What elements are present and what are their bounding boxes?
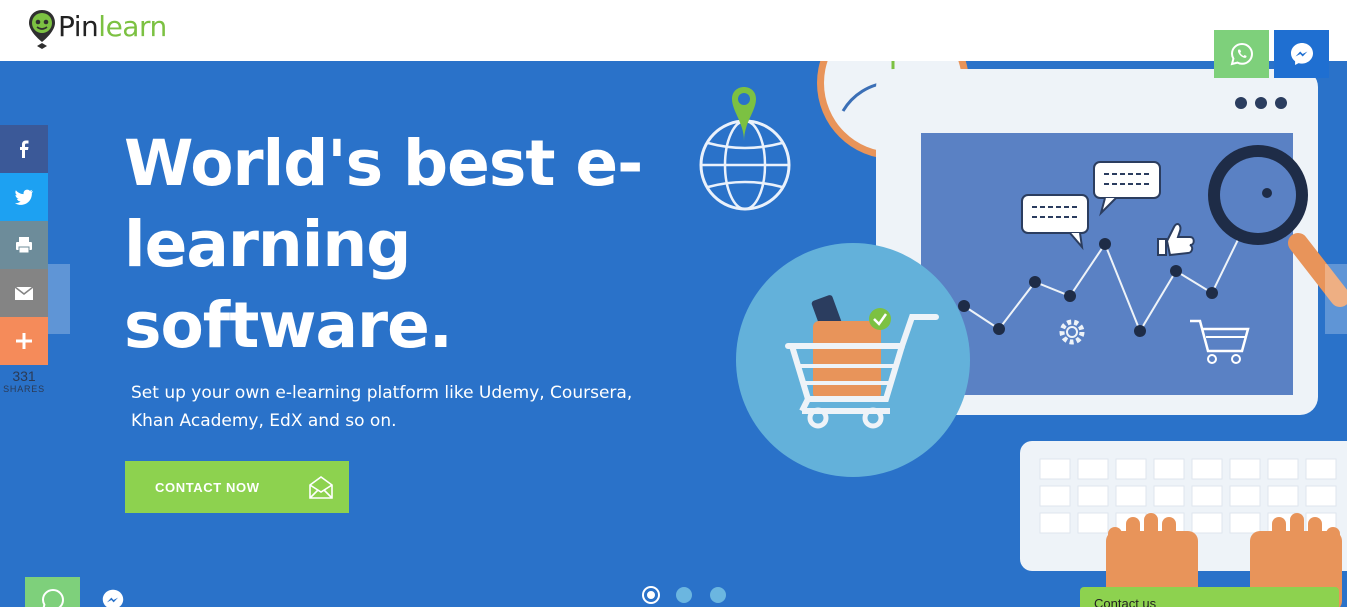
hero-headline: World's best e- learning software. bbox=[124, 123, 684, 366]
slide-dot-1[interactable] bbox=[644, 588, 658, 602]
twitter-icon bbox=[14, 189, 33, 205]
contact-us-label: Contact us bbox=[1094, 596, 1157, 607]
twitter-share-button[interactable] bbox=[0, 173, 48, 221]
pin-logo-icon bbox=[29, 10, 55, 49]
messenger-icon bbox=[102, 589, 123, 607]
shopping-cart-icon bbox=[736, 243, 970, 477]
share-count: 331 bbox=[12, 368, 36, 384]
previous-slide-arrow[interactable] bbox=[48, 264, 70, 334]
email-share-button[interactable] bbox=[0, 269, 48, 317]
site-header: Pinlearn bbox=[0, 0, 1347, 61]
messenger-chat-button-bottom[interactable] bbox=[85, 577, 140, 607]
plus-icon bbox=[16, 333, 32, 349]
pinlearn-logo[interactable]: Pinlearn bbox=[26, 8, 167, 50]
hero-subtext: Set up your own e-learning platform like… bbox=[131, 383, 633, 431]
next-slide-arrow[interactable] bbox=[1325, 264, 1347, 334]
hero-headline-line: World's best e- bbox=[124, 127, 643, 200]
contact-now-label: CONTACT NOW bbox=[155, 479, 260, 495]
hero-headline-line: learning bbox=[124, 208, 411, 281]
email-icon bbox=[14, 286, 34, 300]
logo-wordmark: Pinlearn bbox=[58, 10, 167, 43]
print-icon bbox=[16, 237, 32, 254]
slider-pagination bbox=[644, 587, 726, 603]
facebook-share-button[interactable] bbox=[0, 125, 48, 173]
whatsapp-icon bbox=[1230, 42, 1253, 66]
share-count-label: SHARES bbox=[3, 384, 45, 394]
whatsapp-chat-button-bottom[interactable] bbox=[25, 577, 80, 607]
envelope-open-icon bbox=[309, 476, 333, 499]
whatsapp-chat-button[interactable] bbox=[1214, 30, 1269, 78]
facebook-icon bbox=[20, 140, 29, 158]
social-share-bar: 331 SHARES bbox=[0, 125, 48, 395]
slide-dot-3[interactable] bbox=[710, 587, 726, 603]
whatsapp-icon bbox=[41, 588, 64, 607]
contact-us-tab[interactable]: Contact us bbox=[1080, 587, 1339, 607]
more-share-button[interactable] bbox=[0, 317, 48, 365]
print-share-button[interactable] bbox=[0, 221, 48, 269]
contact-now-button[interactable]: CONTACT NOW bbox=[125, 461, 349, 513]
messenger-icon bbox=[1290, 43, 1313, 65]
hero-banner: World's best e- learning software. Set u… bbox=[0, 61, 1347, 607]
slide-dot-2[interactable] bbox=[676, 587, 692, 603]
messenger-chat-button[interactable] bbox=[1274, 30, 1329, 78]
elearning-illustration bbox=[699, 61, 1347, 607]
globe-icon bbox=[699, 87, 791, 211]
hero-headline-line: software. bbox=[124, 289, 453, 362]
logo-wordmark-prefix: Pin bbox=[58, 9, 99, 43]
logo-wordmark-suffix: learn bbox=[98, 9, 167, 43]
